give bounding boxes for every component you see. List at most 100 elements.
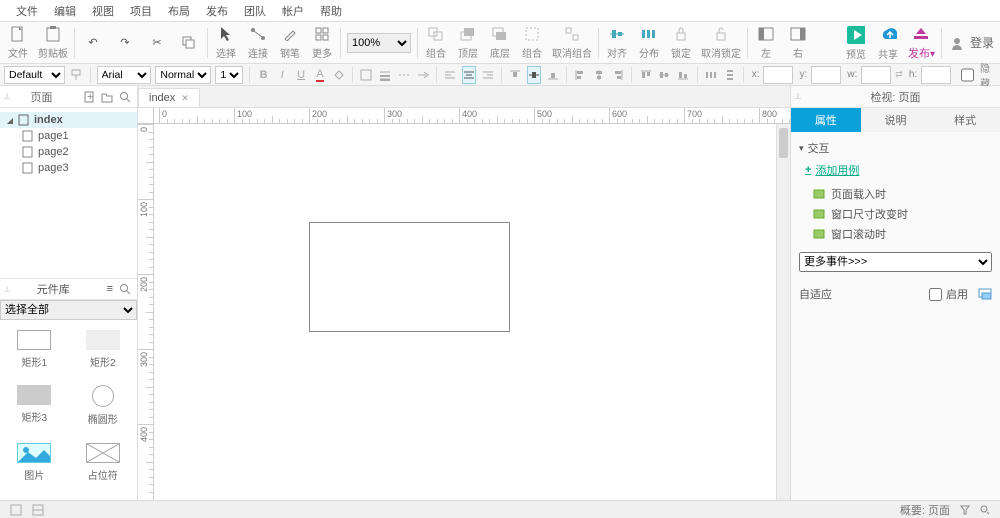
font-select[interactable]: Arial bbox=[97, 66, 152, 84]
add-case-link[interactable]: +添加用例 bbox=[805, 162, 992, 178]
widget-image[interactable]: 图片 bbox=[0, 439, 69, 494]
pin-icon[interactable]: ⟂ bbox=[4, 91, 10, 102]
cut-button[interactable]: ✂ bbox=[145, 34, 169, 52]
adaptive-settings-icon[interactable] bbox=[978, 288, 992, 300]
collapse-icon[interactable]: ◢ bbox=[6, 116, 14, 125]
menu-project[interactable]: 项目 bbox=[122, 3, 160, 19]
page-item-3[interactable]: page3 bbox=[0, 160, 137, 176]
y-input[interactable] bbox=[811, 66, 841, 84]
share-button[interactable]: 共享 bbox=[876, 26, 900, 61]
status-filter-icon[interactable] bbox=[960, 505, 970, 515]
canvas-viewport[interactable]: 0100200300400500600700800 0100200300400 bbox=[138, 108, 790, 500]
undo-button[interactable]: ↶ bbox=[81, 34, 105, 52]
tab-style[interactable]: 样式 bbox=[930, 108, 1000, 132]
page-item-2[interactable]: page2 bbox=[0, 144, 137, 160]
more-tools[interactable]: 更多 bbox=[310, 25, 334, 60]
italic-button[interactable]: I bbox=[275, 66, 290, 84]
scrollbar-thumb[interactable] bbox=[779, 128, 788, 158]
menu-view[interactable]: 视图 bbox=[84, 3, 122, 19]
bottom-layer-button[interactable]: 底层 bbox=[488, 25, 512, 60]
font-size-select[interactable]: 13 bbox=[215, 66, 243, 84]
vertical-scrollbar[interactable] bbox=[776, 124, 790, 500]
enable-adaptive-checkbox[interactable] bbox=[929, 288, 942, 301]
line-width-button[interactable] bbox=[378, 66, 393, 84]
clipboard-button[interactable]: 剪贴板 bbox=[38, 25, 68, 60]
lock-ratio-icon[interactable]: ⇄ bbox=[895, 69, 903, 80]
canvas-rectangle-shape[interactable] bbox=[309, 222, 510, 332]
panel-right-button[interactable]: 右 bbox=[786, 25, 810, 60]
close-tab-icon[interactable]: ✕ bbox=[181, 93, 189, 104]
distribute-button[interactable]: 分布 bbox=[637, 25, 661, 60]
font-style-select[interactable]: Normal bbox=[155, 66, 211, 84]
menu-publish[interactable]: 发布 bbox=[198, 3, 236, 19]
status-search-icon[interactable] bbox=[980, 505, 990, 515]
group-button[interactable]: 组合 bbox=[424, 25, 448, 60]
canvas-tab-index[interactable]: index✕ bbox=[138, 88, 200, 107]
fill-color-button[interactable] bbox=[331, 66, 346, 84]
library-select[interactable]: 选择全部 bbox=[0, 300, 137, 320]
lock-button[interactable]: 锁定 bbox=[669, 25, 693, 60]
add-folder-icon[interactable] bbox=[101, 91, 113, 103]
copy-button[interactable] bbox=[177, 34, 201, 52]
status-tool-1-icon[interactable] bbox=[10, 504, 22, 516]
menu-layout[interactable]: 布局 bbox=[160, 3, 198, 19]
menu-edit[interactable]: 编辑 bbox=[46, 3, 84, 19]
unlock-button[interactable]: 取消锁定 bbox=[701, 25, 741, 60]
ruler-horizontal[interactable]: 0100200300400500600700800 bbox=[154, 108, 790, 124]
h-input[interactable] bbox=[921, 66, 951, 84]
pin-icon[interactable]: ⟂ bbox=[4, 284, 10, 295]
panel-left-button[interactable]: 左 bbox=[754, 25, 778, 60]
event-window-resize[interactable]: 窗口尺寸改变时 bbox=[799, 204, 992, 224]
status-tool-2-icon[interactable] bbox=[32, 504, 44, 516]
search-pages-icon[interactable] bbox=[119, 91, 131, 103]
obj-align-bottom-button[interactable] bbox=[676, 66, 691, 84]
menu-team[interactable]: 团队 bbox=[236, 3, 274, 19]
obj-align-right-button[interactable] bbox=[611, 66, 626, 84]
font-color-button[interactable]: A bbox=[313, 66, 328, 84]
underline-button[interactable]: U bbox=[294, 66, 309, 84]
valign-middle-button[interactable] bbox=[527, 66, 542, 84]
page-root[interactable]: ◢ index bbox=[0, 112, 137, 128]
combine-button[interactable]: 组合 bbox=[520, 25, 544, 60]
event-window-scroll[interactable]: 窗口滚动时 bbox=[799, 224, 992, 244]
obj-align-center-button[interactable] bbox=[592, 66, 607, 84]
align-button[interactable]: 对齐 bbox=[605, 25, 629, 60]
align-left-button[interactable] bbox=[443, 66, 458, 84]
login-button[interactable]: 登录 bbox=[948, 34, 994, 52]
event-page-load[interactable]: 页面载入时 bbox=[799, 184, 992, 204]
dist-v-button[interactable] bbox=[722, 66, 737, 84]
tab-properties[interactable]: 属性 bbox=[791, 108, 861, 132]
add-page-icon[interactable]: + bbox=[83, 91, 95, 103]
widget-rect3[interactable]: 矩形3 bbox=[0, 381, 69, 438]
library-menu-icon[interactable]: ≡ bbox=[107, 283, 113, 295]
connect-tool[interactable]: 连接 bbox=[246, 25, 270, 60]
tab-notes[interactable]: 说明 bbox=[861, 108, 931, 132]
valign-top-button[interactable] bbox=[508, 66, 523, 84]
file-button[interactable]: 文件 bbox=[6, 25, 30, 60]
top-layer-button[interactable]: 顶层 bbox=[456, 25, 480, 60]
library-search-icon[interactable] bbox=[119, 283, 131, 295]
widget-ellipse[interactable]: 椭圆形 bbox=[69, 381, 138, 438]
more-events-select[interactable]: 更多事件>>> bbox=[799, 252, 992, 272]
menu-account[interactable]: 帐户 bbox=[274, 3, 312, 19]
hidden-checkbox[interactable] bbox=[961, 66, 974, 84]
style-preset-select[interactable]: Default bbox=[4, 66, 65, 84]
obj-align-left-button[interactable] bbox=[573, 66, 588, 84]
widget-rect2[interactable]: 矩形2 bbox=[69, 326, 138, 381]
widget-rect1[interactable]: 矩形1 bbox=[0, 326, 69, 381]
line-style-button[interactable] bbox=[396, 66, 411, 84]
menu-file[interactable]: 文件 bbox=[8, 3, 46, 19]
bold-button[interactable]: B bbox=[256, 66, 271, 84]
widget-placeholder[interactable]: 占位符 bbox=[69, 439, 138, 494]
select-tool[interactable]: 选择 bbox=[214, 25, 238, 60]
align-center-button[interactable] bbox=[462, 66, 477, 84]
pen-tool[interactable]: 钢笔 bbox=[278, 25, 302, 60]
dist-h-button[interactable] bbox=[703, 66, 718, 84]
redo-button[interactable]: ↷ bbox=[113, 34, 137, 52]
page-item-1[interactable]: page1 bbox=[0, 128, 137, 144]
align-right-button[interactable] bbox=[480, 66, 495, 84]
canvas[interactable] bbox=[154, 124, 776, 500]
interaction-section-title[interactable]: ▾交互 bbox=[799, 140, 992, 156]
x-input[interactable] bbox=[763, 66, 793, 84]
status-overview-label[interactable]: 概要: 页面 bbox=[900, 502, 950, 518]
